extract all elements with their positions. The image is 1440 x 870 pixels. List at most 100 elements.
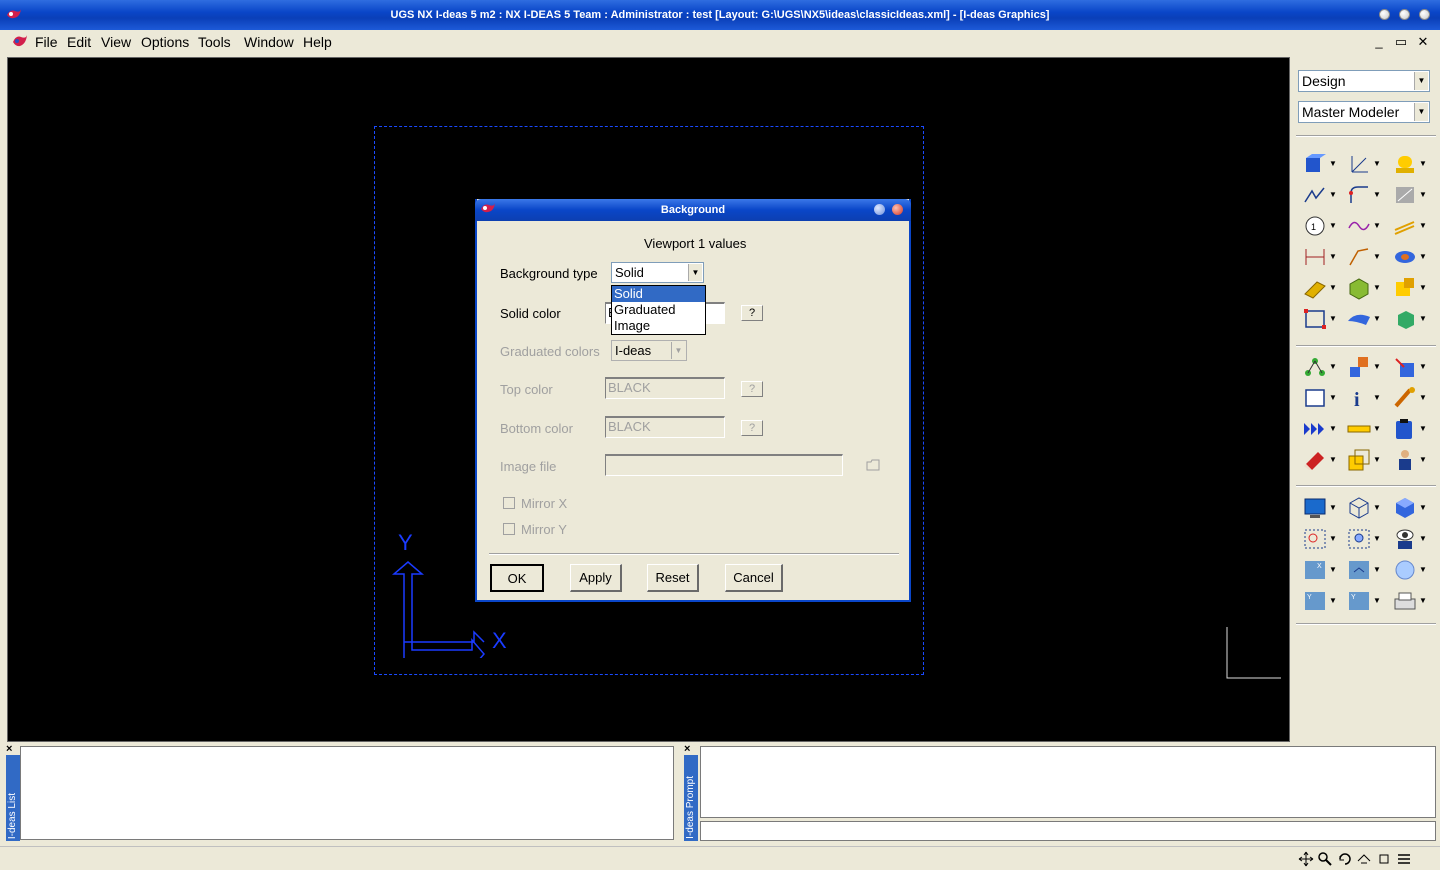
option-graduated[interactable]: Graduated — [612, 302, 705, 318]
pan-icon[interactable] — [1298, 851, 1314, 867]
circle-tool-button[interactable]: 1 ▼ — [1298, 212, 1340, 240]
shaded-tool-button[interactable]: ▼ — [1388, 494, 1430, 522]
menu-lines-icon[interactable] — [1396, 851, 1412, 867]
constraint-tool-button[interactable]: ▼ — [1388, 181, 1430, 209]
manager-tool-button[interactable]: ▼ — [1388, 446, 1430, 474]
folder-browse-icon[interactable] — [866, 459, 880, 471]
trim-tool-button[interactable]: ▼ — [1342, 243, 1384, 271]
sweep-tool-button[interactable]: ▼ — [1298, 274, 1340, 302]
measure-tool-button[interactable]: ▼ — [1342, 415, 1384, 443]
application-select[interactable]: Design ▼ — [1298, 70, 1430, 92]
menu-options[interactable]: Options — [141, 34, 189, 50]
prompt-input-field[interactable] — [700, 821, 1436, 841]
feature-tool-button[interactable]: ▼ — [1388, 150, 1430, 178]
view-tool-button[interactable]: ▼ — [1388, 525, 1430, 553]
list-output-area[interactable] — [20, 746, 674, 840]
copy-tool-button[interactable]: ▼ — [1342, 446, 1384, 474]
mdi-close-button[interactable]: ✕ — [1415, 35, 1431, 51]
mdi-restore-button[interactable]: ▭ — [1393, 35, 1409, 51]
ok-button[interactable]: OK — [490, 564, 544, 592]
cancel-button[interactable]: Cancel — [725, 564, 783, 592]
fillet-sketch-tool-button[interactable]: ▼ — [1342, 181, 1384, 209]
minimize-window-button[interactable] — [1379, 9, 1390, 20]
line-tool-button[interactable]: ▼ — [1298, 181, 1340, 209]
mdi-minimize-button[interactable]: _ — [1371, 35, 1387, 51]
spline-tool-button[interactable]: ▼ — [1342, 212, 1384, 240]
dimension-tool-button[interactable]: ▼ — [1298, 243, 1340, 271]
menu-view[interactable]: View — [101, 34, 131, 50]
block-tool-button[interactable]: ▼ — [1342, 274, 1384, 302]
solid-color-help-button[interactable]: ? — [741, 305, 763, 321]
mirror-x-checkbox[interactable] — [503, 497, 515, 509]
image-file-field[interactable] — [605, 454, 843, 476]
paint-tool-button[interactable]: ▼ — [1388, 384, 1430, 412]
chevron-down-icon: ▼ — [1414, 72, 1428, 90]
prompt-panel-tab[interactable]: I-deas Prompt — [684, 755, 698, 841]
triad-x-label: X — [492, 628, 507, 653]
mirror-y-checkbox[interactable] — [503, 523, 515, 535]
ideas-application-window: UGS NX I-deas 5 m2 : NX I-DEAS 5 Team : … — [0, 0, 1440, 870]
option-solid[interactable]: Solid — [612, 286, 705, 302]
rectangle-tool-button[interactable]: ▼ — [1298, 305, 1340, 333]
mirror-y-label: Mirror Y — [521, 522, 567, 537]
workplane-tool-button[interactable]: ▼ — [1342, 150, 1384, 178]
place-part-tool-button[interactable]: ▼ — [1388, 353, 1430, 381]
menu-file[interactable]: File — [35, 34, 58, 50]
prompt-close-icon[interactable]: × — [684, 743, 690, 755]
top-color-field[interactable]: BLACK — [605, 377, 725, 399]
side-view-tool-button[interactable]: Y ▼ — [1298, 587, 1340, 615]
info-tool-button[interactable]: i ▼ — [1342, 384, 1384, 412]
menu-tools[interactable]: Tools — [198, 34, 231, 50]
apply-button[interactable]: Apply — [570, 564, 622, 592]
isometric-view-tool-button[interactable]: ▼ — [1342, 556, 1384, 584]
menu-window[interactable]: Window — [244, 34, 294, 50]
surface-tool-button[interactable]: ▼ — [1342, 305, 1384, 333]
zoom-window-tool-button[interactable]: ▼ — [1298, 525, 1340, 553]
svg-text:Y: Y — [1307, 594, 1312, 601]
delete-tool-button[interactable]: ▼ — [1298, 446, 1340, 474]
partition-tool-button[interactable]: ▼ — [1388, 305, 1430, 333]
wireframe-tool-button[interactable]: ▼ — [1342, 494, 1384, 522]
print-tool-button[interactable]: ▼ — [1388, 587, 1430, 615]
task-select[interactable]: Master Modeler ▼ — [1298, 101, 1430, 123]
close-window-button[interactable] — [1419, 9, 1430, 20]
fast-forward-tool-button[interactable]: ▼ — [1298, 415, 1340, 443]
bottom-color-field[interactable]: BLACK — [605, 416, 725, 438]
dialog-minimize-button[interactable] — [874, 204, 885, 215]
shell-tool-button[interactable]: ▼ — [1388, 274, 1430, 302]
display-tool-button[interactable]: ▼ — [1298, 494, 1340, 522]
top-view-tool-button[interactable]: Y ▼ — [1342, 587, 1384, 615]
option-image[interactable]: Image — [612, 318, 705, 334]
front-view-tool-button[interactable]: X ▼ — [1298, 556, 1340, 584]
extrude-tool-button[interactable]: ▼ — [1298, 150, 1340, 178]
menu-help[interactable]: Help — [303, 34, 332, 50]
store-tool-button[interactable]: ▼ — [1388, 415, 1430, 443]
maximize-window-button[interactable] — [1399, 9, 1410, 20]
offset-tool-button[interactable]: ▼ — [1388, 212, 1430, 240]
catalog-tool-button[interactable]: ▼ — [1342, 353, 1384, 381]
sphere-view-tool-button[interactable]: ▼ — [1388, 556, 1430, 584]
prompt-output-area[interactable] — [700, 746, 1436, 818]
zoom-icon[interactable] — [1317, 851, 1333, 867]
task-value: Master Modeler — [1302, 104, 1400, 120]
svg-text:1: 1 — [1311, 222, 1316, 232]
list-close-icon[interactable]: × — [6, 743, 12, 755]
rotate-icon[interactable] — [1337, 851, 1353, 867]
triad-y-label: Y — [398, 530, 413, 555]
window-title: UGS NX I-deas 5 m2 : NX I-DEAS 5 Team : … — [390, 9, 1050, 21]
list-panel-tab[interactable]: I-deas List — [6, 755, 20, 841]
background-type-select[interactable]: Solid ▼ — [611, 262, 704, 283]
menu-edit[interactable]: Edit — [67, 34, 91, 50]
graduated-colors-select[interactable]: I-deas ▼ — [611, 340, 687, 361]
top-color-help-button[interactable]: ? — [741, 381, 763, 397]
sheet-tool-button[interactable]: ▼ — [1298, 384, 1340, 412]
dialog-close-button[interactable] — [892, 204, 903, 215]
bottom-color-help-button[interactable]: ? — [741, 420, 763, 436]
hierarchy-tool-button[interactable]: ▼ — [1298, 353, 1340, 381]
redisplay-icon[interactable] — [1376, 851, 1392, 867]
zoom-tool-button[interactable]: ▼ — [1342, 525, 1384, 553]
revolve-tool-button[interactable]: ▼ — [1388, 243, 1430, 271]
dynamic-rotate-icon[interactable] — [1356, 851, 1372, 867]
ideas-menu-logo-icon[interactable] — [12, 34, 28, 50]
reset-button[interactable]: Reset — [647, 564, 699, 592]
